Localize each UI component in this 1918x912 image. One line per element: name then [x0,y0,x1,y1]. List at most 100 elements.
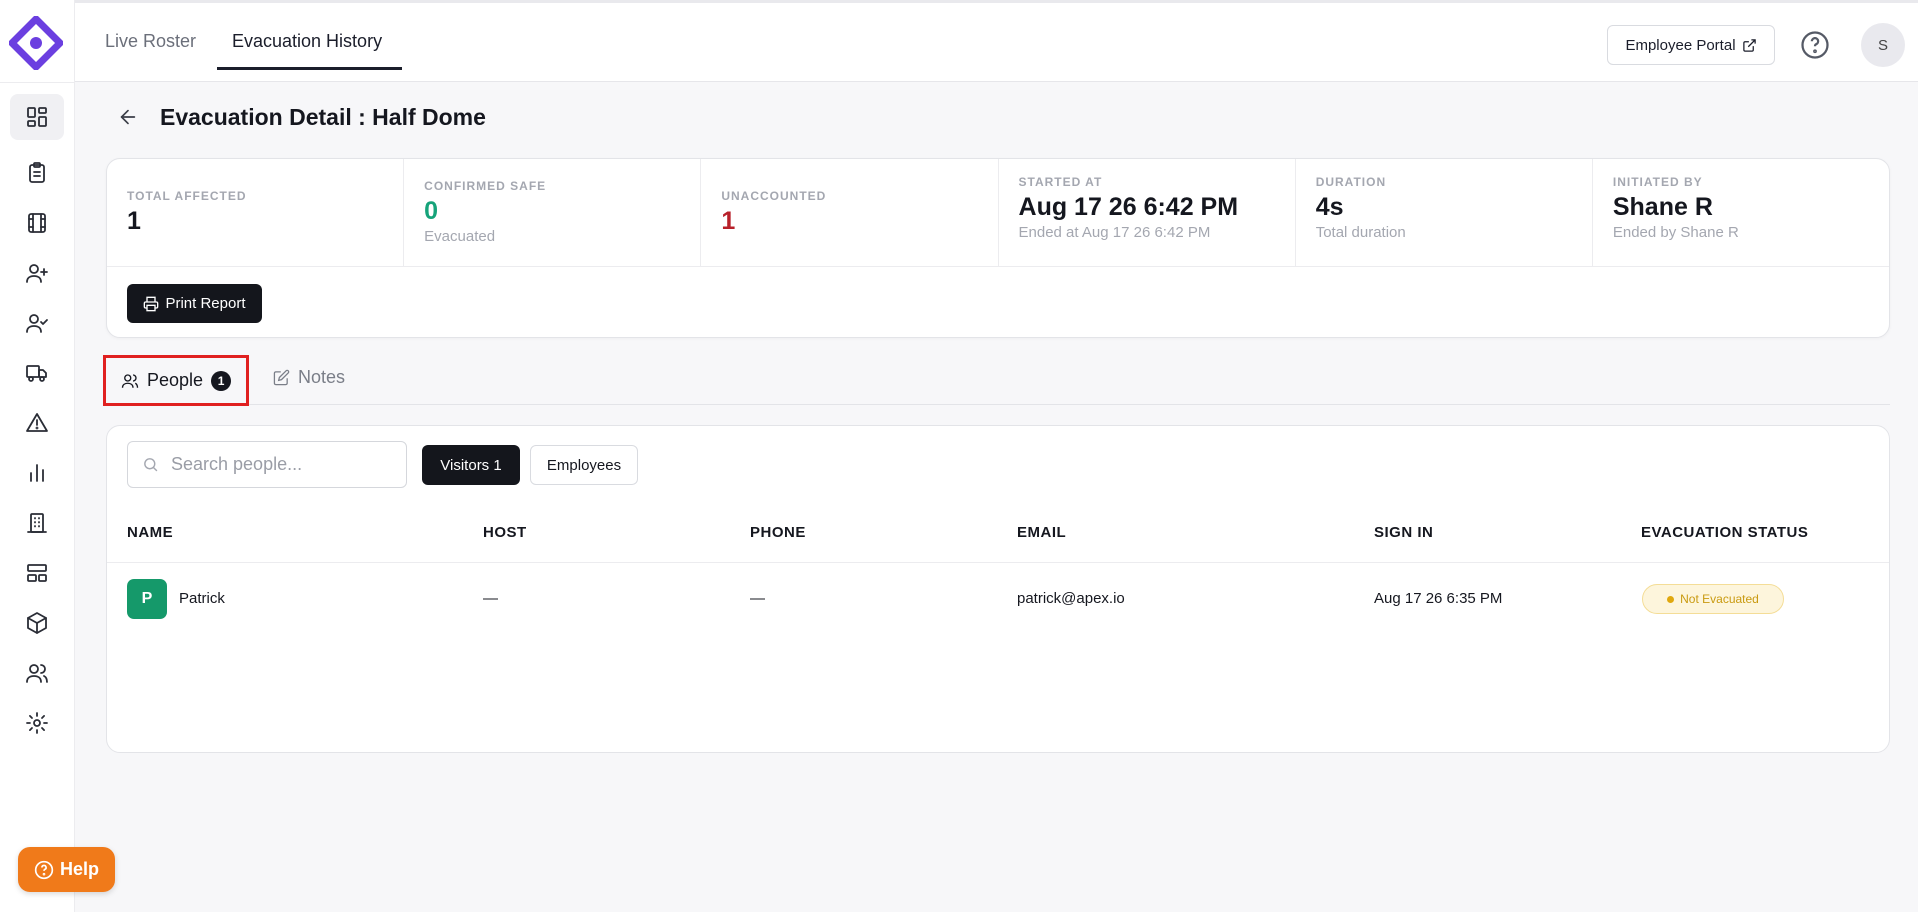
sidebar-item-alerts[interactable] [10,400,64,446]
stat-value: 4s [1315,193,1344,221]
sidebar-item-clipboard[interactable] [10,150,64,196]
stat-sub: Total duration [1315,224,1406,241]
column-header-sign-in[interactable]: SIGN IN [1374,524,1433,541]
stat-label: DURATION [1315,175,1387,189]
stat-label: UNACCOUNTED [721,189,827,203]
help-circle-icon [1801,31,1829,59]
search-input[interactable] [171,454,391,475]
sidebar-item-analytics[interactable] [10,450,64,496]
sidebar-item-layouts[interactable] [10,550,64,596]
sidebar-item-dashboard[interactable] [10,94,64,140]
stat-label: TOTAL AFFECTED [127,189,247,203]
sidebar-item-packages[interactable] [10,600,64,646]
active-tab-indicator [217,67,402,70]
stat-value: Aug 17 26 6:42 PM [1018,193,1239,221]
column-header-host[interactable]: HOST [483,524,527,541]
layout-icon [27,564,47,582]
cell-sign-in: Aug 17 26 6:35 PM [1374,590,1503,607]
evacuation-stats-card: TOTAL AFFECTED 1 CONFIRMED SAFE 0 Evacua… [106,158,1890,338]
printer-icon [144,296,159,311]
sidebar-item-add-user[interactable] [10,250,64,296]
brand-logo[interactable] [8,15,64,71]
sidebar-divider [0,82,75,83]
stat-label: INITIATED BY [1612,175,1703,189]
cell-email: patrick@apex.io [1017,590,1125,607]
alert-triangle-icon [26,413,48,432]
print-report-label: Print Report [165,295,246,312]
user-avatar[interactable]: S [1861,23,1905,67]
filter-employees-button[interactable]: Employees [530,445,638,485]
stat-value: Shane R [1612,193,1713,221]
sidebar-item-checked-users[interactable] [10,300,64,346]
stat-unaccounted: UNACCOUNTED 1 [701,159,999,266]
people-card: Visitors 1 Employees NAME HOST PHONE EMA… [106,425,1890,753]
status-label: Not Evacuated [1680,592,1759,606]
tab-live-roster[interactable]: Live Roster [105,31,196,52]
column-header-evacuation-status[interactable]: EVACUATION STATUS [1641,524,1808,541]
stat-total-affected: TOTAL AFFECTED 1 [107,159,405,266]
status-dot [1667,595,1675,603]
users-icon [121,373,139,388]
external-link-icon [1742,38,1756,52]
search-icon [144,458,158,472]
sidebar-item-team[interactable] [10,650,64,696]
sidebar-item-deliveries[interactable] [10,350,64,396]
stat-started-at: STARTED AT Aug 17 26 6:42 PM Ended at Au… [999,159,1296,266]
avatar: P [127,579,167,619]
column-header-email[interactable]: EMAIL [1017,524,1066,541]
box-icon [27,612,47,634]
table-header-divider [107,562,1889,563]
status-badge: Not Evacuated [1642,584,1784,614]
top-bar: Live Roster Evacuation History Employee … [75,0,1918,82]
employee-portal-label: Employee Portal [1625,36,1736,54]
truck-icon [26,365,47,382]
bar-chart-icon [30,464,44,482]
employee-portal-button[interactable]: Employee Portal [1607,25,1775,65]
page-title: Evacuation Detail : Half Dome [160,104,486,130]
stat-value: 1 [721,207,736,235]
stat-label: STARTED AT [1018,175,1103,189]
tab-people[interactable]: People 1 [103,355,249,406]
stat-label: CONFIRMED SAFE [424,179,547,193]
arrow-left-icon [120,109,136,125]
back-button[interactable] [117,106,139,128]
building-icon [27,513,47,533]
settings-icon [26,712,48,734]
sidebar: Help [0,0,115,912]
sidebar-item-settings[interactable] [10,700,64,746]
tab-evacuation-history[interactable]: Evacuation History [232,31,382,52]
stat-sub: Ended at Aug 17 26 6:42 PM [1018,224,1211,241]
dashboard-icon [27,107,47,127]
stat-value: 1 [127,207,141,235]
search-field[interactable] [127,441,407,488]
people-count-badge: 1 [211,370,232,391]
tab-notes[interactable]: Notes [273,367,345,388]
stat-sub: Ended by Shane R [1612,224,1739,241]
cell-host: — [483,590,498,607]
stat-duration: DURATION 4s Total duration [1296,159,1593,266]
stats-row: TOTAL AFFECTED 1 CONFIRMED SAFE 0 Evacua… [107,159,1889,267]
edit-icon [273,369,290,386]
cell-name: Patrick [179,590,225,607]
tab-people-label: People [146,370,204,390]
sidebar-item-buildings[interactable] [10,500,64,546]
question-icon [34,860,54,879]
user-check-icon [26,314,48,333]
filter-visitors-button[interactable]: Visitors 1 [422,445,520,485]
column-header-phone[interactable]: PHONE [750,524,806,541]
print-report-button[interactable]: Print Report [127,284,262,323]
clipboard-icon [29,162,45,183]
help-label: Help [59,859,99,879]
stat-sub: Evacuated [424,228,496,245]
help-button[interactable]: Help [18,847,115,892]
cell-phone: — [750,590,765,607]
column-header-name[interactable]: NAME [127,524,173,541]
stat-confirmed-safe: CONFIRMED SAFE 0 Evacuated [404,159,702,266]
stat-value: 0 [424,197,439,225]
tabs-divider [106,404,1890,405]
user-plus-icon [26,264,48,283]
help-icon-button[interactable] [1800,30,1830,60]
sidebar-item-film[interactable] [10,200,64,246]
users-icon [26,664,48,683]
tab-notes-label: Notes [298,367,346,387]
